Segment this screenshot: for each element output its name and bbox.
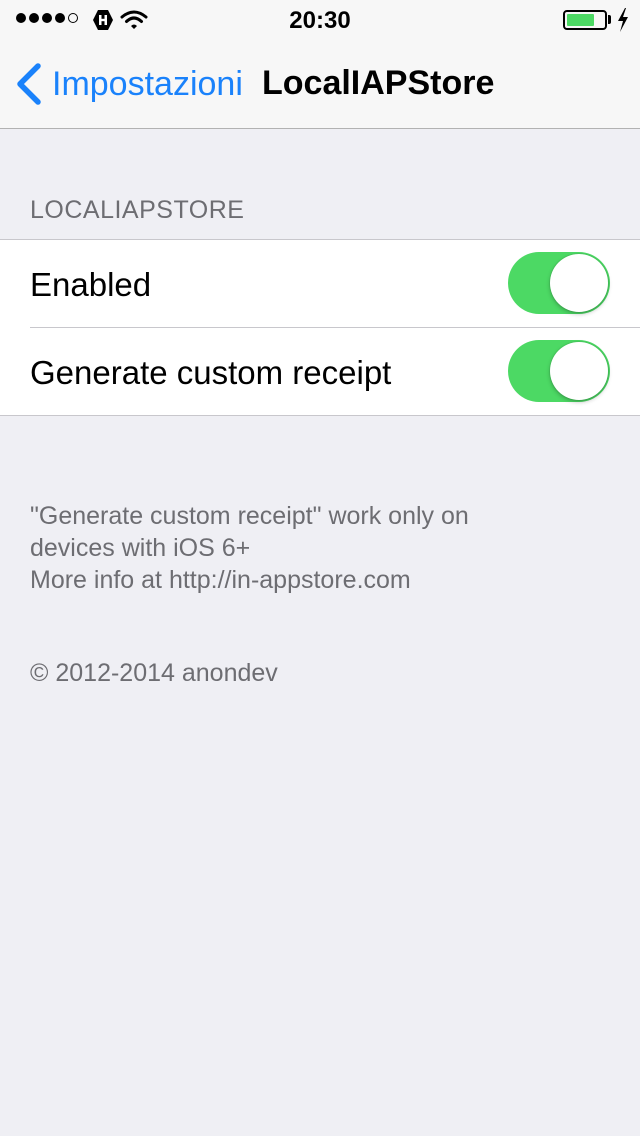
- section-header: LOCALIAPSTORE: [30, 196, 245, 224]
- back-button-label: Impostazioni: [52, 64, 243, 103]
- battery-icon: [563, 10, 607, 30]
- setting-row-enabled: Enabled: [0, 240, 640, 328]
- setting-row-generate-receipt: Generate custom receipt: [0, 328, 640, 415]
- chevron-left-icon: [17, 63, 41, 105]
- bolt-icon: [618, 8, 628, 32]
- footer-line: "Generate custom receipt" work only on: [30, 502, 469, 530]
- generate-receipt-toggle[interactable]: [508, 340, 610, 402]
- setting-label: Enabled: [30, 266, 152, 303]
- page-title: LocalIAPStore: [262, 64, 495, 102]
- toggle-knob: [550, 342, 608, 400]
- setting-label: Generate custom receipt: [30, 354, 392, 391]
- toggle-knob: [550, 254, 608, 312]
- back-button[interactable]: Impostazioni: [14, 60, 243, 108]
- status-bar: 20:30: [0, 0, 640, 40]
- footer-link-line: More info at http://in-appstore.com: [30, 566, 411, 594]
- copyright-text: © 2012-2014 anondev: [30, 659, 278, 687]
- status-time: 20:30: [289, 7, 351, 34]
- footer-line: devices with iOS 6+: [30, 534, 251, 562]
- battery-tip: [608, 15, 611, 24]
- settings-group: Enabled Generate custom receipt: [0, 239, 640, 416]
- battery-level: [567, 14, 594, 26]
- enabled-toggle[interactable]: [508, 252, 610, 314]
- navigation-bar: Impostazioni LocalIAPStore: [0, 40, 640, 129]
- section-footer: "Generate custom receipt" work only on d…: [30, 500, 610, 596]
